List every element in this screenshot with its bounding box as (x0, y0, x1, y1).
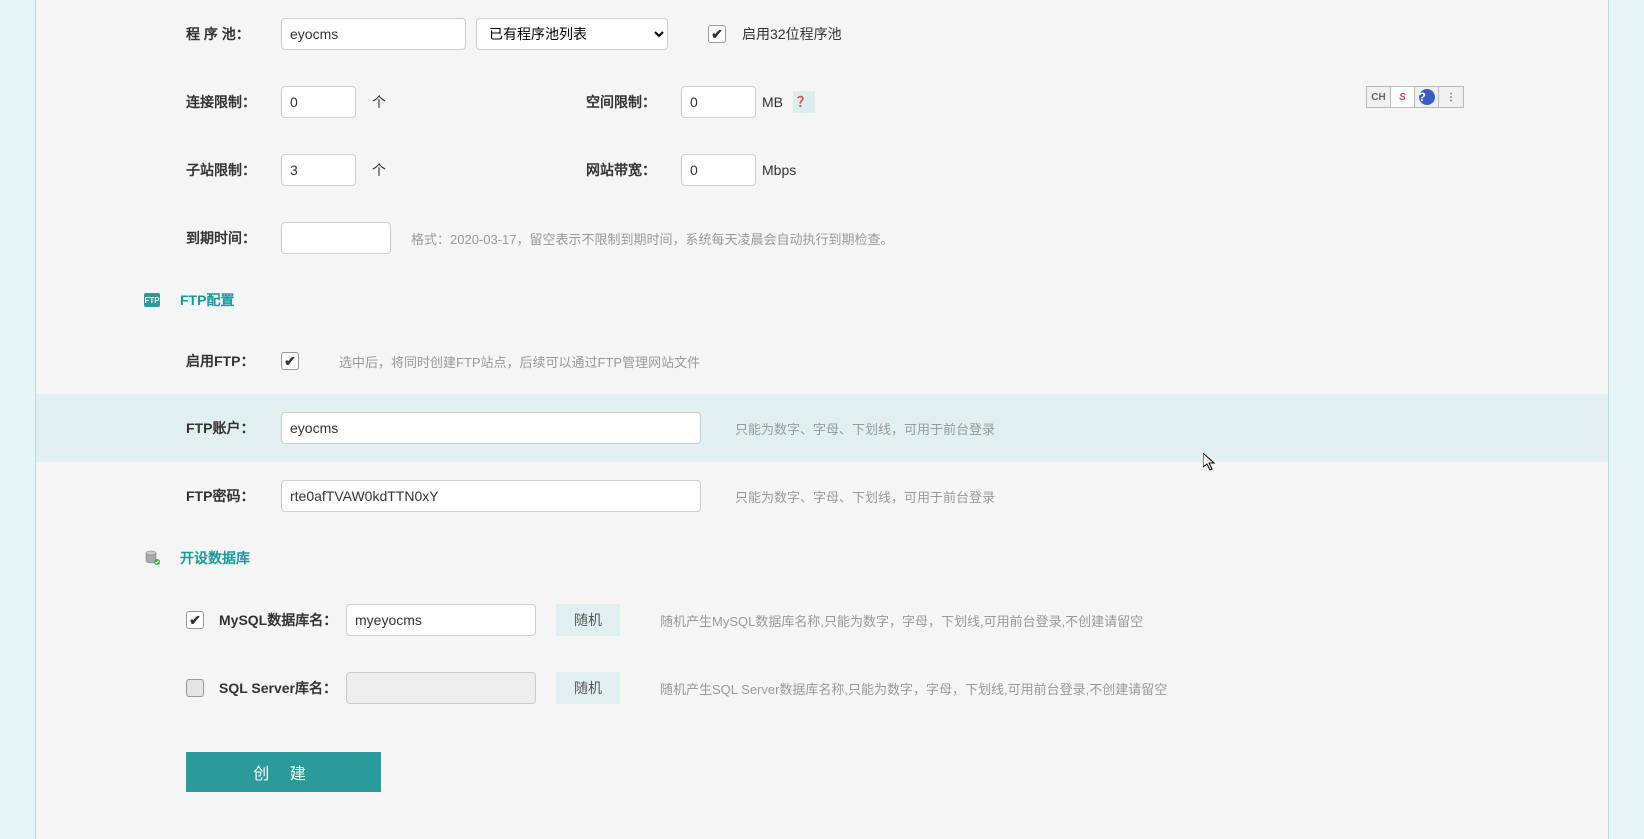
ftp-password-input[interactable] (281, 480, 701, 512)
connection-limit-label: 连接限制： (186, 92, 281, 112)
expire-row: 到期时间： 格式：2020-03-17，留空表示不限制到期时间，系统每天凌晨会自… (36, 204, 1608, 272)
ftp-account-label: FTP账户： (186, 418, 281, 438)
connection-limit-unit: 个 (372, 92, 386, 112)
mysql-random-button[interactable]: 随机 (556, 604, 620, 636)
expire-hint: 格式：2020-03-17，留空表示不限制到期时间，系统每天凌晨会自动执行到期检… (411, 229, 894, 248)
ime-s-button[interactable]: S (1391, 87, 1415, 107)
sqlserver-random-button[interactable]: 随机 (556, 672, 620, 704)
mysql-label: MySQL数据库名： (219, 610, 337, 630)
ime-toolbar[interactable]: CH S ? ⋮ (1366, 86, 1464, 108)
sqlserver-input[interactable] (346, 672, 536, 704)
ime-ch-button[interactable]: CH (1367, 87, 1391, 107)
subsite-limit-unit: 个 (372, 160, 386, 180)
space-limit-unit: MB (762, 94, 783, 110)
db-section-header: 开设数据库 (36, 530, 1608, 586)
expire-input[interactable] (281, 222, 391, 254)
database-icon (144, 550, 160, 566)
ime-menu-button[interactable]: ⋮ (1439, 87, 1463, 107)
enable-ftp-label: 启用FTP： (186, 351, 281, 371)
ftp-section-header: FTP FTP配置 (36, 272, 1608, 328)
enable-ftp-checkbox[interactable] (281, 352, 299, 370)
program-pool-select[interactable]: 已有程序池列表 (476, 18, 668, 50)
sqlserver-hint: 随机产生SQL Server数据库名称,只能为数字，字母，下划线,可用前台登录,… (660, 679, 1167, 698)
bandwidth-unit: Mbps (762, 162, 796, 178)
expire-label: 到期时间： (186, 228, 281, 248)
sqlserver-label: SQL Server库名： (219, 678, 337, 698)
subsite-limit-label: 子站限制： (186, 160, 281, 180)
connection-limit-input[interactable] (281, 86, 356, 118)
sqlserver-checkbox[interactable] (186, 679, 204, 697)
ftp-account-input[interactable] (281, 412, 701, 444)
ime-help-button[interactable]: ? (1415, 87, 1439, 107)
program-pool-input[interactable] (281, 18, 466, 50)
bandwidth-input[interactable] (681, 154, 756, 186)
bandwidth-label: 网站带宽： (586, 160, 681, 180)
limits-row-2: 子站限制： 个 网站带宽： Mbps (36, 136, 1608, 204)
ftp-account-row: FTP账户： 只能为数字、字母、下划线，可用于前台登录 (36, 394, 1608, 462)
ftp-section-title: FTP配置 (180, 290, 234, 310)
mysql-checkbox[interactable] (186, 611, 204, 629)
db-section-title: 开设数据库 (180, 548, 250, 568)
ftp-icon: FTP (144, 293, 160, 307)
enable-32bit-checkbox[interactable] (708, 25, 726, 43)
sqlserver-row: SQL Server库名： 随机 随机产生SQL Server数据库名称,只能为… (36, 654, 1608, 722)
subsite-limit-input[interactable] (281, 154, 356, 186)
enable-32bit-label: 启用32位程序池 (742, 24, 842, 44)
ftp-password-label: FTP密码： (186, 486, 281, 506)
ftp-password-row: FTP密码： 只能为数字、字母、下划线，可用于前台登录 (36, 462, 1608, 530)
enable-ftp-row: 启用FTP： 选中后，将同时创建FTP站点，后续可以通过FTP管理网站文件 (36, 328, 1608, 394)
program-pool-label: 程 序 池： (186, 24, 281, 44)
ftp-account-hint: 只能为数字、字母、下划线，可用于前台登录 (735, 419, 995, 438)
space-limit-help-icon[interactable]: ？ (793, 91, 815, 113)
submit-row: 创 建 (36, 722, 1608, 792)
program-pool-row: 程 序 池： 已有程序池列表 启用32位程序池 (36, 0, 1608, 68)
mysql-input[interactable] (346, 604, 536, 636)
ftp-password-hint: 只能为数字、字母、下划线，可用于前台登录 (735, 487, 995, 506)
mysql-hint: 随机产生MySQL数据库名称,只能为数字，字母，下划线,可用前台登录,不创建请留… (660, 611, 1143, 630)
create-button[interactable]: 创 建 (186, 752, 381, 792)
enable-ftp-hint: 选中后，将同时创建FTP站点，后续可以通过FTP管理网站文件 (339, 352, 700, 371)
space-limit-input[interactable] (681, 86, 756, 118)
mysql-row: MySQL数据库名： 随机 随机产生MySQL数据库名称,只能为数字，字母，下划… (36, 586, 1608, 654)
space-limit-label: 空间限制： (586, 92, 681, 112)
